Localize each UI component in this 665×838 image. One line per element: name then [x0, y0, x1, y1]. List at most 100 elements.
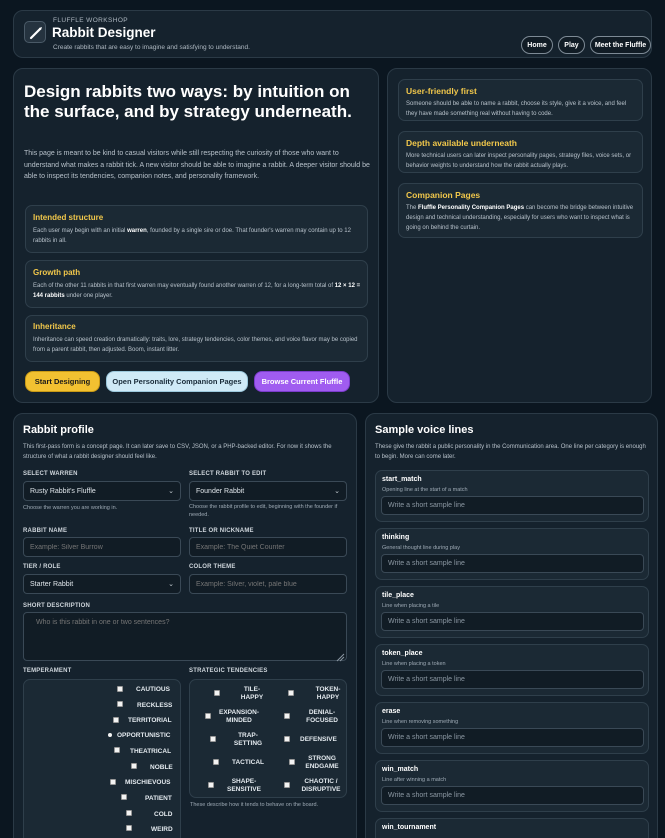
site-header: FLUFFLE WORKSHOP Rabbit Designer Create …	[13, 10, 652, 58]
temperament-checkbox-territorial[interactable]	[113, 717, 119, 723]
temperament-label-cold: COLD	[154, 811, 173, 818]
side-card-depth: Depth available underneath More technica…	[398, 131, 643, 173]
select-rabbit-label: SELECT RABBIT TO EDIT	[189, 471, 267, 477]
select-warren-dropdown[interactable]: Rusty Rabbit's Fluffle ⌄	[23, 481, 181, 501]
temperament-radio-opportunistic[interactable]	[108, 733, 112, 737]
color-theme-label: COLOR THEME	[189, 564, 236, 570]
temperament-checkbox-noble[interactable]	[131, 763, 137, 769]
voice-line-desc: General thought line during play	[382, 545, 460, 551]
strategy-label-tile-happy: TILE- HAPPY	[240, 686, 264, 701]
color-theme-input[interactable]	[189, 574, 347, 594]
header-eyebrow: FLUFFLE WORKSHOP	[53, 17, 129, 24]
open-companion-pages-button[interactable]: Open Personality Companion Pages	[106, 371, 248, 392]
hero-heading: Design rabbits two ways: by intuition on…	[24, 82, 352, 121]
nav-play-button[interactable]: Play	[558, 36, 585, 54]
strategy-label-strong-endgame: STRONG ENDGAME	[305, 755, 339, 770]
voice-line-desc: Opening line at the start of a match	[382, 487, 468, 493]
side-card-title: Companion Pages	[406, 190, 481, 200]
rabbit-name-input[interactable]	[23, 537, 181, 557]
page-title: Rabbit Designer	[52, 25, 156, 40]
temperament-label-weird: WEIRD	[151, 826, 173, 833]
info-card-body: Inheritance can speed creation dramatica…	[33, 337, 358, 353]
voice-line-name: win_tournament	[382, 824, 437, 831]
nav-meet-fluffle-button[interactable]: Meet the Fluffle	[590, 36, 651, 54]
rabbit-name-label: RABBIT NAME	[23, 528, 68, 534]
strategy-checkbox-expansion-minded[interactable]	[205, 713, 211, 719]
strategy-checkbox-defensive[interactable]	[284, 736, 290, 742]
side-card-title: User-friendly first	[406, 86, 477, 96]
temperament-checkbox-patient[interactable]	[121, 794, 127, 800]
voice-line-name: tile_place	[382, 592, 414, 599]
header-subtitle: Create rabbits that are easy to imagine …	[53, 44, 250, 51]
voice-line-desc: Line when placing a tile	[382, 603, 440, 609]
info-card-structure: Intended structure Each user may begin w…	[25, 205, 368, 253]
strategy-checkbox-tactical[interactable]	[213, 759, 219, 765]
strategy-checkbox-denial-focused[interactable]	[284, 713, 290, 719]
title-nickname-input[interactable]	[189, 537, 347, 557]
temperament-label-patient: PATIENT	[145, 795, 172, 802]
strategic-tendencies-hint: These describe how it tends to behave on…	[190, 802, 319, 808]
strategy-label-chaotic-disruptive: CHAOTIC / DISRUPTIVE	[301, 778, 341, 793]
temperament-checkbox-theatrical[interactable]	[114, 747, 120, 753]
voice-line-name: win_match	[382, 766, 419, 773]
start-designing-button[interactable]: Start Designing	[25, 371, 100, 392]
strategy-label-denial-focused: DENIAL- FOCUSED	[306, 709, 338, 724]
temperament-checkbox-reckless[interactable]	[117, 701, 123, 707]
voice-line-input[interactable]: Write a short sample line	[381, 786, 644, 805]
voice-line-tile-place: tile_place Line when placing a tile Writ…	[375, 586, 649, 638]
temperament-checkbox-weird[interactable]	[126, 825, 132, 831]
strategy-checkbox-shape-sensitive[interactable]	[208, 782, 214, 788]
info-card-growth: Growth path Each of the other 11 rabbits…	[25, 260, 368, 308]
voice-line-name: token_place	[382, 650, 423, 657]
voice-line-start-match: start_match Opening line at the start of…	[375, 470, 649, 522]
voice-line-input[interactable]: Write a short sample line	[381, 496, 644, 515]
temperament-checkbox-mischievous[interactable]	[110, 779, 116, 785]
temperament-label-noble: NOBLE	[150, 764, 173, 771]
temperament-label-theatrical: THEATRICAL	[130, 748, 172, 755]
side-card-user-friendly: User-friendly first Someone should be ab…	[398, 79, 643, 121]
strategy-checkbox-strong-endgame[interactable]	[289, 759, 295, 765]
browse-fluffle-button[interactable]: Browse Current Fluffle	[254, 371, 350, 392]
strategy-checkbox-trap-setting[interactable]	[210, 736, 216, 742]
nav-home-button[interactable]: Home	[521, 36, 553, 54]
voice-line-input[interactable]: Write a short sample line	[381, 554, 644, 573]
info-card-body: Each of the other 11 rabbits in that fir…	[33, 283, 361, 299]
voice-line-input[interactable]: Write a short sample line	[381, 670, 644, 689]
voice-line-name: thinking	[382, 534, 410, 541]
strategy-label-shape-sensitive: SHAPE- SENSITIVE	[227, 778, 261, 793]
tier-role-dropdown[interactable]: Starter Rabbit ⌄	[23, 574, 181, 594]
strategy-checkbox-tile-happy[interactable]	[214, 690, 220, 696]
select-rabbit-dropdown[interactable]: Founder Rabbit ⌄	[189, 481, 347, 501]
select-rabbit-hint: Choose the rabbit profile to edit, begin…	[189, 504, 338, 518]
strategy-label-tactical: TACTICAL	[232, 759, 265, 766]
voice-line-input[interactable]: Write a short sample line	[381, 728, 644, 747]
temperament-checkbox-cautious[interactable]	[117, 686, 123, 692]
temperament-label-territorial: TERRITORIAL	[128, 717, 172, 724]
strategy-label-trap-setting: TRAP- SETTING	[233, 732, 263, 747]
chevron-down-icon: ⌄	[168, 488, 174, 495]
title-nickname-label: TITLE OR NICKNAME	[189, 528, 254, 534]
temperament-checkbox-cold[interactable]	[126, 810, 132, 816]
side-card-companion: Companion Pages The Fluffle Personality …	[398, 183, 643, 238]
side-card-body: More technical users can later inspect p…	[406, 153, 632, 169]
logo-icon	[24, 21, 46, 43]
profile-intro: This first-pass form is a concept page. …	[23, 444, 332, 460]
voice-line-desc: Line when removing something	[382, 719, 459, 725]
strategy-label-token-happy: TOKEN- HAPPY	[315, 686, 341, 701]
hero-intro: This page is meant to be kind to casual …	[24, 150, 370, 180]
strategy-label-defensive: DEFENSIVE	[300, 736, 337, 743]
voice-line-erase: erase Line when removing something Write…	[375, 702, 649, 754]
side-card-body: Someone should be able to name a rabbit,…	[406, 101, 627, 117]
strategy-checkbox-token-happy[interactable]	[288, 690, 294, 696]
resize-handle-icon[interactable]	[335, 649, 345, 662]
strategic-tendencies-label: STRATEGIC TENDENCIES	[189, 668, 268, 674]
voice-line-name: erase	[382, 708, 401, 715]
voice-line-win-tournament: win_tournament	[375, 818, 649, 838]
info-card-title: Intended structure	[33, 213, 104, 222]
voice-line-name: start_match	[382, 476, 422, 483]
strategy-checkbox-chaotic-disruptive[interactable]	[284, 782, 290, 788]
voice-line-thinking: thinking General thought line during pla…	[375, 528, 649, 580]
voice-line-input[interactable]: Write a short sample line	[381, 612, 644, 631]
chevron-down-icon: ⌄	[334, 488, 340, 495]
short-description-textarea[interactable]	[23, 612, 347, 661]
